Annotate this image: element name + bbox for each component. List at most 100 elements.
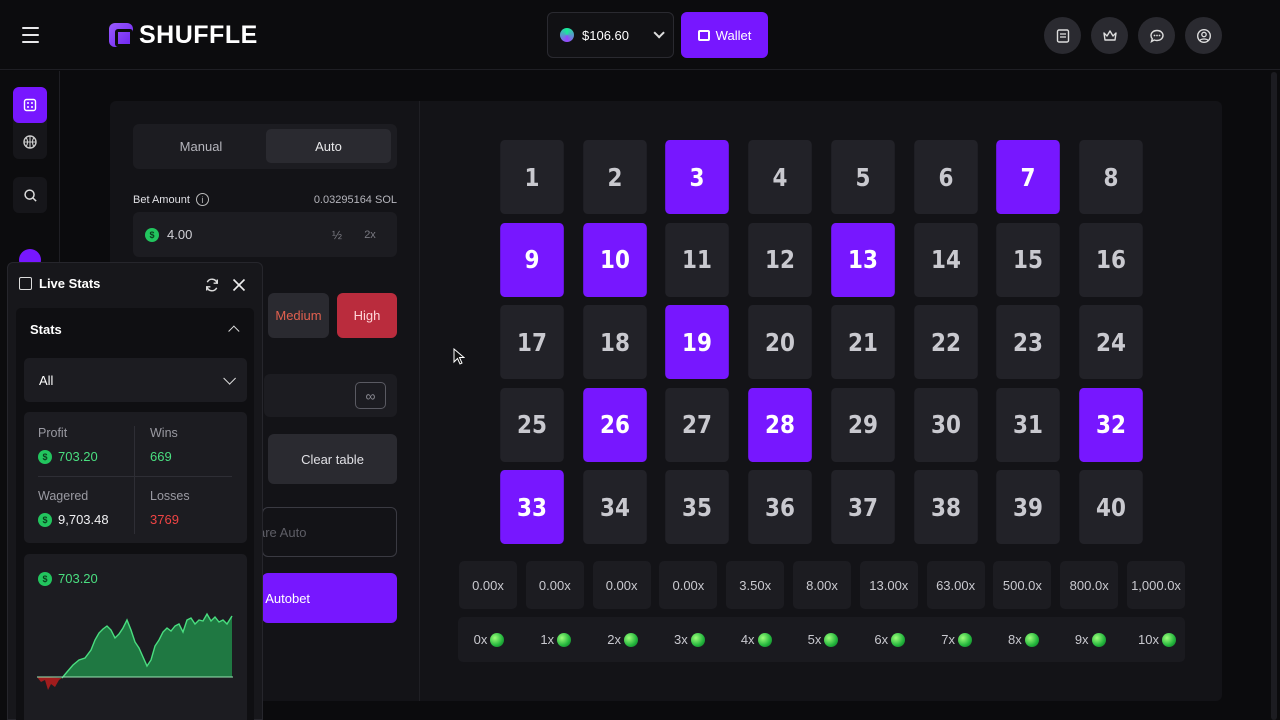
keno-tile-14[interactable]: 14 (913, 222, 978, 297)
stats-filter-select[interactable]: All (24, 358, 247, 402)
keno-tile-35[interactable]: 35 (665, 470, 730, 544)
infinity-button[interactable]: ∞ (355, 382, 386, 409)
hit-count-8: 8x (992, 617, 1054, 662)
profit-value-text: 703.20 (58, 449, 98, 464)
keno-tile-10[interactable]: 10 (582, 222, 647, 297)
hit-count-9: 9x (1059, 617, 1121, 662)
keno-tile-22[interactable]: 22 (913, 305, 978, 379)
payout-6: 13.00x (859, 561, 918, 609)
keno-tile-21[interactable]: 21 (830, 305, 895, 379)
keno-tile-1[interactable]: 1 (500, 140, 564, 214)
keno-tile-8[interactable]: 8 (1079, 140, 1143, 214)
keno-tile-5[interactable]: 5 (830, 140, 895, 214)
keno-tile-18[interactable]: 18 (582, 305, 647, 379)
solana-coin-icon (560, 28, 574, 42)
refresh-button[interactable] (203, 276, 221, 294)
keno-tile-19[interactable]: 19 (665, 305, 730, 379)
keno-tile-38[interactable]: 38 (913, 470, 978, 544)
gem-icon (1091, 632, 1106, 647)
keno-tile-15[interactable]: 15 (996, 222, 1061, 297)
hit-count-label: 6x (874, 632, 889, 647)
keno-tile-30[interactable]: 30 (913, 387, 978, 462)
gem-icon (1161, 632, 1176, 647)
risk-high-button[interactable]: High (337, 293, 397, 338)
keno-tile-20[interactable]: 20 (748, 305, 812, 379)
payout-1: 0.00x (525, 561, 584, 609)
hit-count-5: 5x (792, 617, 854, 662)
keno-tile-13[interactable]: 13 (830, 222, 895, 297)
keno-tile-31[interactable]: 31 (996, 387, 1061, 462)
rail-sports-button[interactable] (13, 124, 47, 160)
wallet-button[interactable]: Wallet (681, 12, 768, 58)
keno-tile-27[interactable]: 27 (665, 387, 730, 462)
keno-tile-7[interactable]: 7 (996, 140, 1061, 214)
keno-tile-17[interactable]: 17 (500, 305, 564, 379)
vip-button[interactable] (1091, 17, 1128, 54)
menu-icon[interactable] (14, 20, 46, 50)
keno-tile-32[interactable]: 32 (1079, 387, 1143, 462)
gem-icon (757, 632, 772, 647)
stats-section-toggle[interactable]: Stats (16, 308, 254, 350)
keno-tile-24[interactable]: 24 (1079, 305, 1143, 379)
half-bet-button[interactable]: ½ (325, 224, 349, 246)
live-stats-title[interactable]: Live Stats (19, 276, 100, 291)
keno-tile-9[interactable]: 9 (500, 222, 564, 297)
tab-manual[interactable]: Manual (138, 129, 264, 163)
keno-tile-39[interactable]: 39 (996, 470, 1061, 544)
bet-amount-sol: 0.03295164 SOL (313, 194, 397, 206)
keno-tile-28[interactable]: 28 (748, 387, 812, 462)
keno-tile-3[interactable]: 3 (665, 140, 730, 214)
keno-tile-40[interactable]: 40 (1079, 470, 1143, 544)
keno-tile-11[interactable]: 11 (665, 222, 730, 297)
payout-9: 800.0x (1060, 561, 1119, 609)
profit-chart[interactable] (37, 600, 233, 700)
keno-tile-29[interactable]: 29 (830, 387, 895, 462)
compare-auto-button[interactable]: are Auto (258, 507, 397, 557)
keno-tile-37[interactable]: 37 (830, 470, 895, 544)
bet-amount-value: 4.00 (167, 227, 193, 242)
stats-section-title: Stats (30, 321, 62, 337)
logo-text: SHUFFLE (139, 20, 258, 49)
keno-tile-23[interactable]: 23 (996, 305, 1061, 379)
payout-0: 0.00x (459, 561, 517, 609)
info-icon[interactable]: i (195, 193, 209, 206)
page-scrollbar[interactable] (1271, 72, 1277, 720)
clear-table-button[interactable]: Clear table (268, 434, 397, 484)
start-autobet-button[interactable]: › Autobet (258, 573, 397, 623)
tab-auto[interactable]: Auto (266, 129, 391, 163)
wagered-label: Wagered (38, 489, 89, 503)
keno-tile-25[interactable]: 25 (500, 387, 564, 462)
live-stats-title-text: Live Stats (39, 276, 101, 291)
hit-count-label: 10x (1138, 632, 1159, 647)
search-icon (23, 188, 37, 202)
rail-search-button[interactable] (13, 177, 47, 213)
keno-tile-6[interactable]: 6 (913, 140, 978, 214)
keno-tile-16[interactable]: 16 (1079, 222, 1143, 297)
keno-tile-4[interactable]: 4 (748, 140, 812, 214)
keno-tile-26[interactable]: 26 (582, 387, 647, 462)
rail-casino-button[interactable] (13, 87, 47, 123)
double-bet-button[interactable]: 2x (358, 224, 382, 246)
close-button[interactable] (229, 275, 249, 295)
chat-button[interactable] (1138, 17, 1175, 54)
keno-tile-2[interactable]: 2 (582, 140, 647, 214)
bet-amount-label: Bet Amount i (133, 193, 209, 206)
wallet-icon (697, 29, 710, 41)
balance-selector[interactable]: $106.60 (547, 12, 674, 58)
payout-4: 3.50x (726, 561, 785, 609)
keno-tile-34[interactable]: 34 (582, 470, 647, 544)
keno-tile-33[interactable]: 33 (500, 470, 564, 544)
gem-icon (623, 632, 638, 647)
keno-tile-36[interactable]: 36 (748, 470, 812, 544)
logo[interactable]: SHUFFLE (109, 21, 258, 49)
balance-value: $106.60 (582, 27, 629, 43)
hit-count-1: 1x (525, 617, 587, 662)
keno-tile-12[interactable]: 12 (748, 222, 812, 297)
payout-5: 8.00x (793, 561, 851, 609)
bet-history-button[interactable] (1044, 17, 1081, 54)
gem-icon (957, 632, 972, 647)
hit-count-label: 9x (1074, 632, 1089, 647)
dollar-coin-icon: $ (38, 571, 52, 586)
profile-button[interactable] (1185, 17, 1222, 54)
risk-medium-button[interactable]: Medium (268, 293, 329, 338)
